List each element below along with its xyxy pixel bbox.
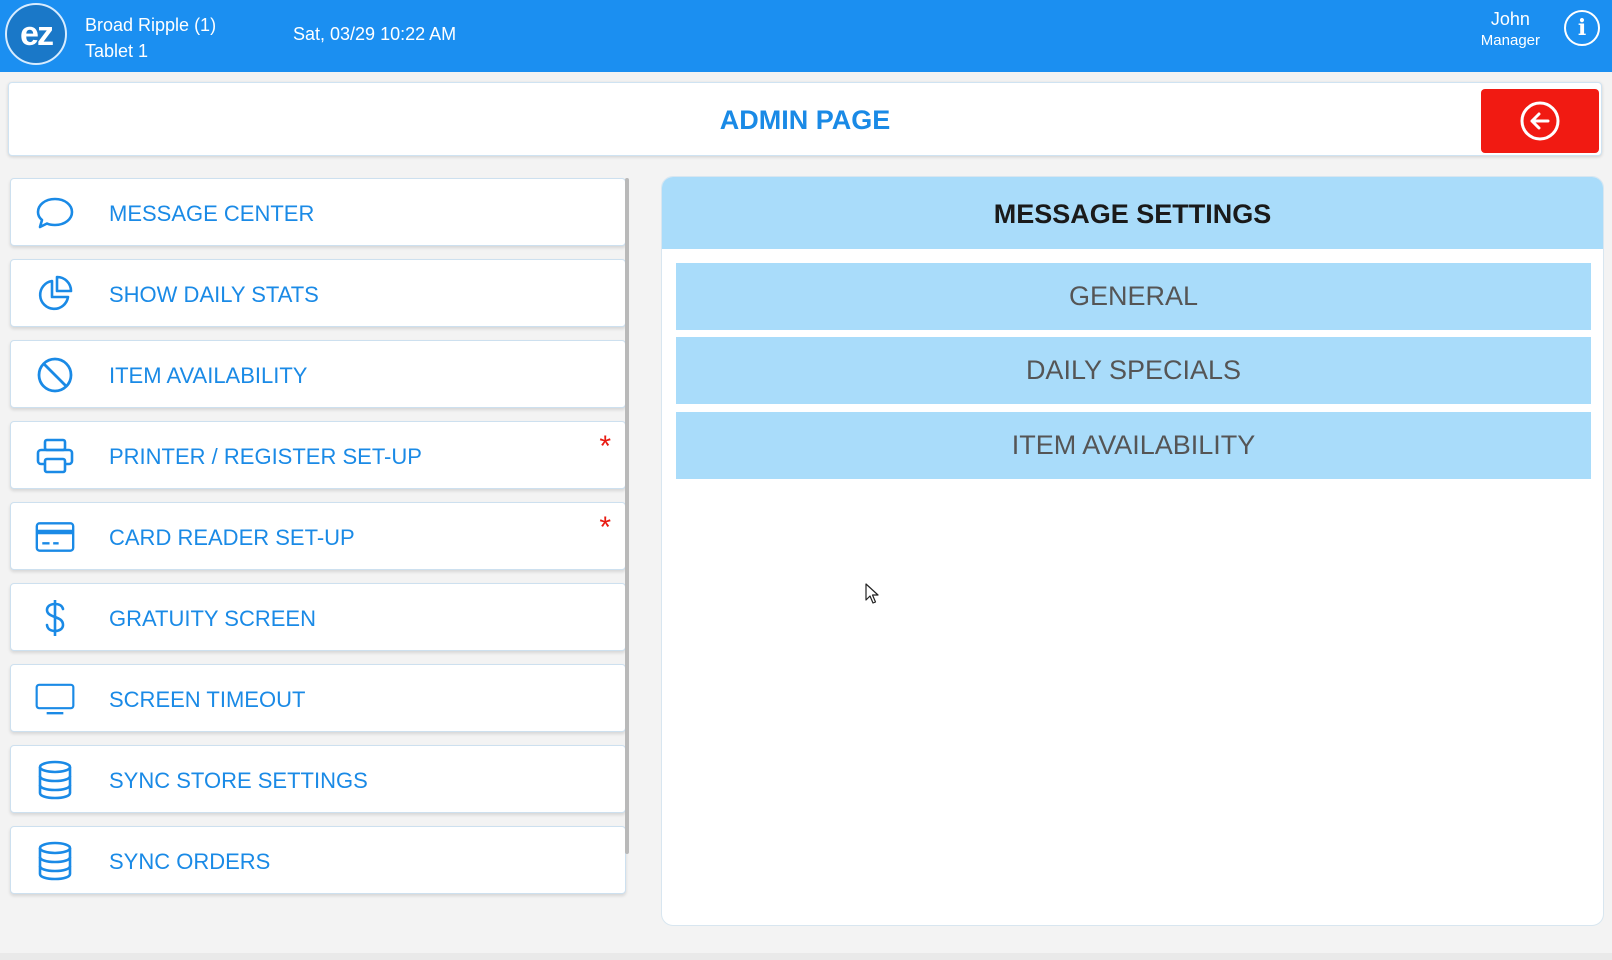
menu-item-card-reader-setup[interactable]: CARD READER SET-UP * (10, 502, 626, 570)
mouse-cursor-icon (865, 583, 879, 604)
ez-logo: ez (5, 3, 67, 65)
required-marker: * (599, 511, 611, 544)
user-role: Manager (1480, 32, 1540, 49)
database-icon (35, 841, 75, 881)
bottom-edge (0, 953, 1612, 960)
menu-item-label: SHOW DAILY STATS (109, 282, 319, 307)
top-bar: ez Broad Ripple (1) Tablet 1 Sat, 03/29 … (0, 0, 1612, 72)
printer-icon (35, 437, 75, 475)
menu-item-label: CARD READER SET-UP (109, 525, 355, 550)
menu-item-item-availability[interactable]: ITEM AVAILABILITY (10, 340, 626, 408)
page-title: ADMIN PAGE (719, 105, 891, 135)
device-name: Tablet 1 (85, 41, 149, 61)
database-icon (35, 760, 75, 800)
chat-bubble-icon (35, 194, 75, 232)
menu-item-label: SCREEN TIMEOUT (109, 687, 306, 712)
menu-item-sync-store-settings[interactable]: SYNC STORE SETTINGS (10, 745, 626, 813)
pie-chart-icon (35, 275, 75, 313)
menu-item-screen-timeout[interactable]: SCREEN TIMEOUT (10, 664, 626, 732)
menu-item-gratuity-screen[interactable]: GRATUITY SCREEN (10, 583, 626, 651)
option-item-availability[interactable]: ITEM AVAILABILITY (676, 412, 1591, 479)
menu-item-label: MESSAGE CENTER (109, 201, 315, 226)
panel-header: MESSAGE SETTINGS (662, 177, 1603, 249)
panel-title: MESSAGE SETTINGS (993, 199, 1272, 229)
location-info: Broad Ripple (1) Tablet 1 (85, 12, 216, 64)
arrow-left-circle-icon (1520, 101, 1560, 141)
menu-item-message-center[interactable]: MESSAGE CENTER (10, 178, 626, 246)
credit-card-icon (35, 518, 75, 556)
back-button[interactable] (1481, 89, 1599, 153)
menu-item-label: SYNC ORDERS (109, 849, 271, 874)
dollar-icon (35, 599, 75, 637)
monitor-icon (35, 680, 75, 718)
menu-item-daily-stats[interactable]: SHOW DAILY STATS (10, 259, 626, 327)
ban-icon (35, 356, 75, 394)
menu-item-label: SYNC STORE SETTINGS (109, 768, 368, 793)
option-general[interactable]: GENERAL (676, 263, 1591, 330)
option-daily-specials[interactable]: DAILY SPECIALS (676, 337, 1591, 404)
menu-item-label: GRATUITY SCREEN (109, 606, 316, 631)
menu-item-sync-orders[interactable]: SYNC ORDERS (10, 826, 626, 894)
message-settings-panel: MESSAGE SETTINGS GENERAL DAILY SPECIALS … (661, 176, 1604, 926)
menu-scrollbar[interactable] (625, 178, 629, 854)
menu-item-printer-setup[interactable]: PRINTER / REGISTER SET-UP * (10, 421, 626, 489)
user-info: John Manager (1481, 8, 1540, 52)
date-time: Sat, 03/29 10:22 AM (293, 24, 457, 44)
admin-header: ADMIN PAGE (8, 82, 1602, 156)
user-name: John (1490, 9, 1530, 29)
info-icon[interactable]: i (1564, 10, 1600, 46)
required-marker: * (599, 430, 611, 463)
menu-item-label: ITEM AVAILABILITY (109, 363, 308, 388)
menu-item-label: PRINTER / REGISTER SET-UP (109, 444, 422, 469)
store-name: Broad Ripple (1) (85, 15, 217, 35)
